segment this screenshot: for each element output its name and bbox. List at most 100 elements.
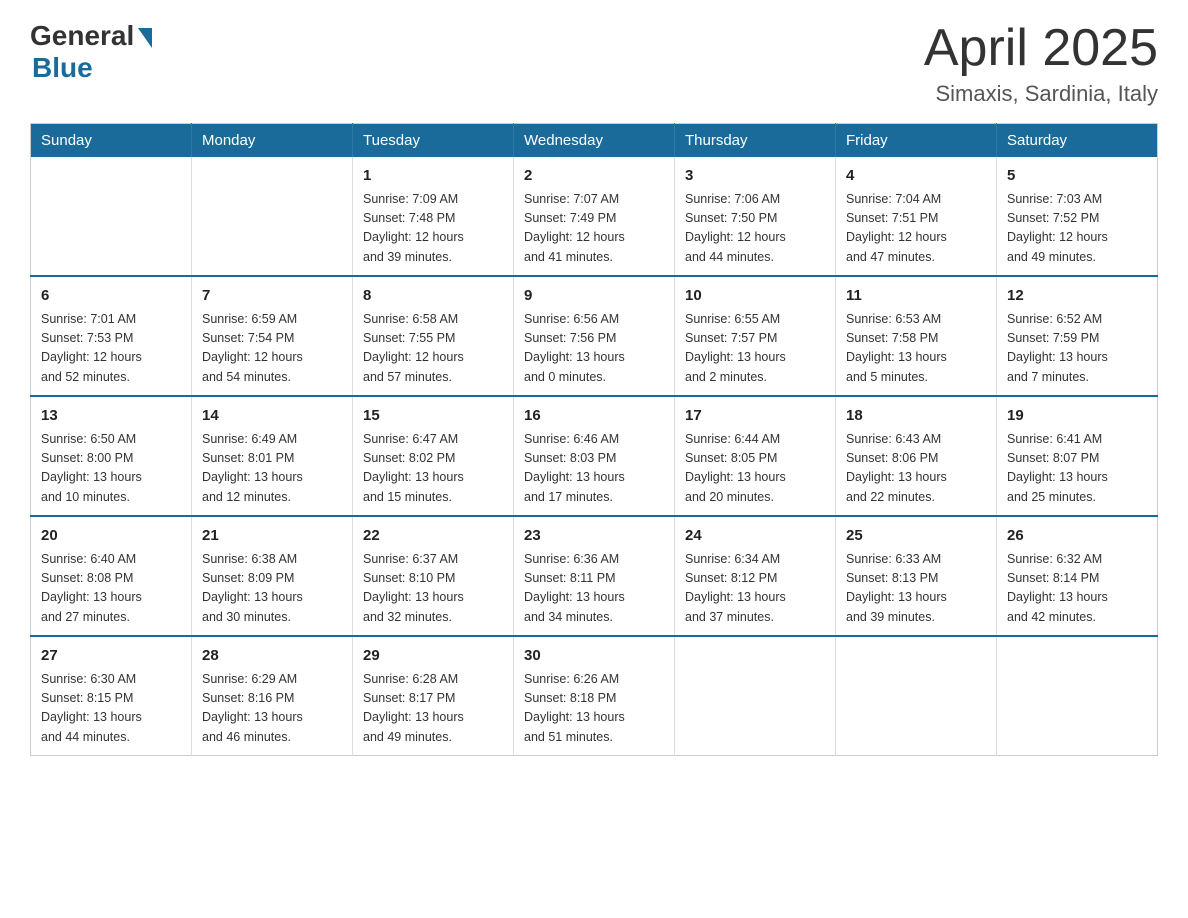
- calendar-cell: 17Sunrise: 6:44 AMSunset: 8:05 PMDayligh…: [675, 396, 836, 516]
- day-info: Sunrise: 7:09 AMSunset: 7:48 PMDaylight:…: [363, 190, 503, 268]
- day-info: Sunrise: 6:59 AMSunset: 7:54 PMDaylight:…: [202, 310, 342, 388]
- day-number: 5: [1007, 165, 1147, 188]
- calendar-week-row: 20Sunrise: 6:40 AMSunset: 8:08 PMDayligh…: [31, 516, 1158, 636]
- day-info: Sunrise: 6:33 AMSunset: 8:13 PMDaylight:…: [846, 550, 986, 628]
- day-number: 23: [524, 525, 664, 548]
- day-info: Sunrise: 7:04 AMSunset: 7:51 PMDaylight:…: [846, 190, 986, 268]
- day-info: Sunrise: 6:34 AMSunset: 8:12 PMDaylight:…: [685, 550, 825, 628]
- calendar-cell: 28Sunrise: 6:29 AMSunset: 8:16 PMDayligh…: [192, 636, 353, 756]
- calendar-cell: 4Sunrise: 7:04 AMSunset: 7:51 PMDaylight…: [836, 157, 997, 276]
- day-info: Sunrise: 6:36 AMSunset: 8:11 PMDaylight:…: [524, 550, 664, 628]
- calendar-cell: 30Sunrise: 6:26 AMSunset: 8:18 PMDayligh…: [514, 636, 675, 756]
- day-info: Sunrise: 6:50 AMSunset: 8:00 PMDaylight:…: [41, 430, 181, 508]
- calendar-cell: 29Sunrise: 6:28 AMSunset: 8:17 PMDayligh…: [353, 636, 514, 756]
- calendar-body: 1Sunrise: 7:09 AMSunset: 7:48 PMDaylight…: [31, 157, 1158, 756]
- calendar-cell: 16Sunrise: 6:46 AMSunset: 8:03 PMDayligh…: [514, 396, 675, 516]
- day-info: Sunrise: 6:58 AMSunset: 7:55 PMDaylight:…: [363, 310, 503, 388]
- logo-general-text: General: [30, 20, 134, 52]
- weekday-header-monday: Monday: [192, 124, 353, 158]
- day-info: Sunrise: 7:07 AMSunset: 7:49 PMDaylight:…: [524, 190, 664, 268]
- weekday-header-friday: Friday: [836, 124, 997, 158]
- calendar-cell: 9Sunrise: 6:56 AMSunset: 7:56 PMDaylight…: [514, 276, 675, 396]
- day-info: Sunrise: 6:29 AMSunset: 8:16 PMDaylight:…: [202, 670, 342, 748]
- day-info: Sunrise: 6:40 AMSunset: 8:08 PMDaylight:…: [41, 550, 181, 628]
- day-info: Sunrise: 6:44 AMSunset: 8:05 PMDaylight:…: [685, 430, 825, 508]
- day-info: Sunrise: 6:49 AMSunset: 8:01 PMDaylight:…: [202, 430, 342, 508]
- day-number: 15: [363, 405, 503, 428]
- day-info: Sunrise: 6:43 AMSunset: 8:06 PMDaylight:…: [846, 430, 986, 508]
- calendar-cell: 22Sunrise: 6:37 AMSunset: 8:10 PMDayligh…: [353, 516, 514, 636]
- day-number: 14: [202, 405, 342, 428]
- day-number: 9: [524, 285, 664, 308]
- calendar-week-row: 13Sunrise: 6:50 AMSunset: 8:00 PMDayligh…: [31, 396, 1158, 516]
- day-info: Sunrise: 6:37 AMSunset: 8:10 PMDaylight:…: [363, 550, 503, 628]
- day-number: 11: [846, 285, 986, 308]
- weekday-header-thursday: Thursday: [675, 124, 836, 158]
- calendar-cell: [997, 636, 1158, 756]
- calendar-cell: 27Sunrise: 6:30 AMSunset: 8:15 PMDayligh…: [31, 636, 192, 756]
- logo-triangle-icon: [138, 28, 152, 48]
- day-number: 18: [846, 405, 986, 428]
- calendar-cell: 15Sunrise: 6:47 AMSunset: 8:02 PMDayligh…: [353, 396, 514, 516]
- day-number: 7: [202, 285, 342, 308]
- calendar-cell: [31, 157, 192, 276]
- day-number: 22: [363, 525, 503, 548]
- day-number: 20: [41, 525, 181, 548]
- calendar-cell: 25Sunrise: 6:33 AMSunset: 8:13 PMDayligh…: [836, 516, 997, 636]
- day-number: 10: [685, 285, 825, 308]
- day-number: 12: [1007, 285, 1147, 308]
- calendar-cell: 8Sunrise: 6:58 AMSunset: 7:55 PMDaylight…: [353, 276, 514, 396]
- logo: General Blue: [30, 20, 152, 84]
- day-info: Sunrise: 6:47 AMSunset: 8:02 PMDaylight:…: [363, 430, 503, 508]
- day-info: Sunrise: 6:30 AMSunset: 8:15 PMDaylight:…: [41, 670, 181, 748]
- day-info: Sunrise: 6:32 AMSunset: 8:14 PMDaylight:…: [1007, 550, 1147, 628]
- day-number: 16: [524, 405, 664, 428]
- calendar-cell: 11Sunrise: 6:53 AMSunset: 7:58 PMDayligh…: [836, 276, 997, 396]
- day-number: 27: [41, 645, 181, 668]
- calendar-cell: 1Sunrise: 7:09 AMSunset: 7:48 PMDaylight…: [353, 157, 514, 276]
- calendar-table: SundayMondayTuesdayWednesdayThursdayFrid…: [30, 123, 1158, 756]
- day-number: 13: [41, 405, 181, 428]
- calendar-cell: 6Sunrise: 7:01 AMSunset: 7:53 PMDaylight…: [31, 276, 192, 396]
- calendar-cell: [675, 636, 836, 756]
- calendar-cell: 12Sunrise: 6:52 AMSunset: 7:59 PMDayligh…: [997, 276, 1158, 396]
- day-info: Sunrise: 6:53 AMSunset: 7:58 PMDaylight:…: [846, 310, 986, 388]
- day-number: 2: [524, 165, 664, 188]
- calendar-week-row: 27Sunrise: 6:30 AMSunset: 8:15 PMDayligh…: [31, 636, 1158, 756]
- page-header: General Blue April 2025 Simaxis, Sardini…: [30, 20, 1158, 107]
- calendar-week-row: 6Sunrise: 7:01 AMSunset: 7:53 PMDaylight…: [31, 276, 1158, 396]
- title-area: April 2025 Simaxis, Sardinia, Italy: [924, 20, 1158, 107]
- day-number: 29: [363, 645, 503, 668]
- calendar-cell: 19Sunrise: 6:41 AMSunset: 8:07 PMDayligh…: [997, 396, 1158, 516]
- month-title: April 2025: [924, 20, 1158, 77]
- day-number: 3: [685, 165, 825, 188]
- day-number: 21: [202, 525, 342, 548]
- day-info: Sunrise: 6:41 AMSunset: 8:07 PMDaylight:…: [1007, 430, 1147, 508]
- calendar-cell: 20Sunrise: 6:40 AMSunset: 8:08 PMDayligh…: [31, 516, 192, 636]
- day-number: 17: [685, 405, 825, 428]
- day-number: 4: [846, 165, 986, 188]
- day-info: Sunrise: 7:01 AMSunset: 7:53 PMDaylight:…: [41, 310, 181, 388]
- calendar-cell: 26Sunrise: 6:32 AMSunset: 8:14 PMDayligh…: [997, 516, 1158, 636]
- day-info: Sunrise: 6:38 AMSunset: 8:09 PMDaylight:…: [202, 550, 342, 628]
- calendar-week-row: 1Sunrise: 7:09 AMSunset: 7:48 PMDaylight…: [31, 157, 1158, 276]
- day-info: Sunrise: 6:28 AMSunset: 8:17 PMDaylight:…: [363, 670, 503, 748]
- weekday-header-sunday: Sunday: [31, 124, 192, 158]
- day-info: Sunrise: 7:03 AMSunset: 7:52 PMDaylight:…: [1007, 190, 1147, 268]
- calendar-cell: 10Sunrise: 6:55 AMSunset: 7:57 PMDayligh…: [675, 276, 836, 396]
- day-info: Sunrise: 6:55 AMSunset: 7:57 PMDaylight:…: [685, 310, 825, 388]
- day-number: 30: [524, 645, 664, 668]
- day-number: 24: [685, 525, 825, 548]
- calendar-cell: [192, 157, 353, 276]
- weekday-header-saturday: Saturday: [997, 124, 1158, 158]
- day-number: 19: [1007, 405, 1147, 428]
- weekday-header-row: SundayMondayTuesdayWednesdayThursdayFrid…: [31, 124, 1158, 158]
- calendar-header: SundayMondayTuesdayWednesdayThursdayFrid…: [31, 124, 1158, 158]
- calendar-cell: 23Sunrise: 6:36 AMSunset: 8:11 PMDayligh…: [514, 516, 675, 636]
- day-info: Sunrise: 6:46 AMSunset: 8:03 PMDaylight:…: [524, 430, 664, 508]
- calendar-cell: 3Sunrise: 7:06 AMSunset: 7:50 PMDaylight…: [675, 157, 836, 276]
- day-number: 26: [1007, 525, 1147, 548]
- day-number: 8: [363, 285, 503, 308]
- day-number: 6: [41, 285, 181, 308]
- calendar-cell: 18Sunrise: 6:43 AMSunset: 8:06 PMDayligh…: [836, 396, 997, 516]
